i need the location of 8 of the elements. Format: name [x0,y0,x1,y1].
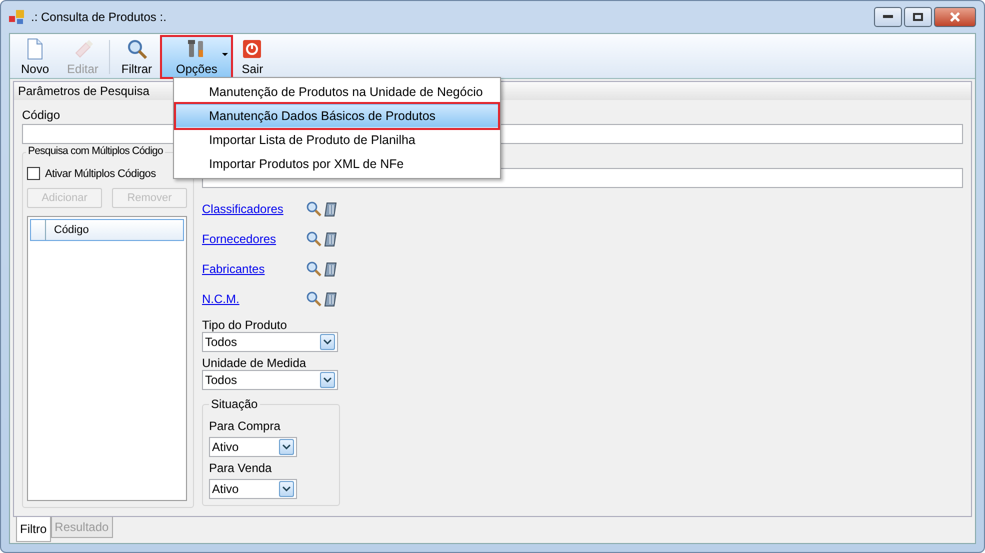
window-title: .: Consulta de Produtos :. [31,10,166,24]
field-label: Para Venda [209,461,273,475]
group-title: Pesquisa com Múltiplos Código [26,145,165,157]
group-title: Situação [209,397,260,411]
field-label: Para Compra [209,419,282,433]
field-label: Código [22,108,60,122]
field-label: Unidade de Medida [202,356,308,370]
field-label: Tipo do Produto [202,318,288,332]
